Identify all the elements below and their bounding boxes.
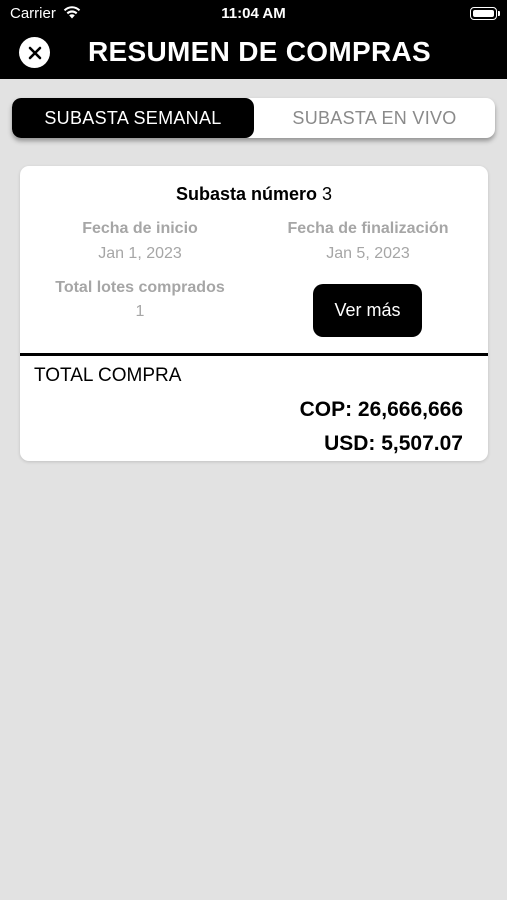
start-date-value: Jan 1, 2023 bbox=[98, 245, 182, 262]
app-header: Carrier 11:04 AM RESUMEN DE COMPRAS bbox=[0, 0, 507, 79]
lots-purchased-label: Total lotes comprados bbox=[55, 279, 225, 296]
auction-number: 3 bbox=[322, 184, 333, 204]
total-purchase-label: TOTAL COMPRA bbox=[34, 365, 182, 386]
total-cop-value: COP: 26,666,666 bbox=[299, 398, 463, 421]
start-date-label: Fecha de inicio bbox=[82, 220, 198, 237]
purchase-summary-card: Subasta número 3 Fecha de inicio Jan 1, … bbox=[20, 166, 488, 461]
auction-heading: Subasta número 3 bbox=[20, 184, 488, 205]
divider bbox=[20, 353, 488, 356]
ver-mas-button[interactable]: Ver más bbox=[313, 284, 422, 337]
close-button[interactable] bbox=[19, 37, 50, 68]
total-usd-value: USD: 5,507.07 bbox=[324, 432, 463, 455]
lots-purchased-value: 1 bbox=[135, 303, 145, 320]
page-title: RESUMEN DE COMPRAS bbox=[88, 36, 431, 67]
tab-subasta-en-vivo[interactable]: SUBASTA EN VIVO bbox=[254, 98, 495, 138]
close-icon bbox=[28, 46, 41, 59]
tab-subasta-semanal[interactable]: SUBASTA SEMANAL bbox=[12, 98, 254, 138]
clock: 11:04 AM bbox=[221, 5, 286, 22]
battery-icon bbox=[470, 7, 500, 20]
end-date-label: Fecha de finalización bbox=[287, 220, 449, 237]
end-date-value: Jan 5, 2023 bbox=[326, 245, 410, 262]
status-bar: Carrier 11:04 AM bbox=[0, 0, 507, 28]
auction-type-tabs: SUBASTA SEMANAL SUBASTA EN VIVO bbox=[12, 98, 495, 138]
auction-heading-label: Subasta número bbox=[175, 184, 317, 204]
